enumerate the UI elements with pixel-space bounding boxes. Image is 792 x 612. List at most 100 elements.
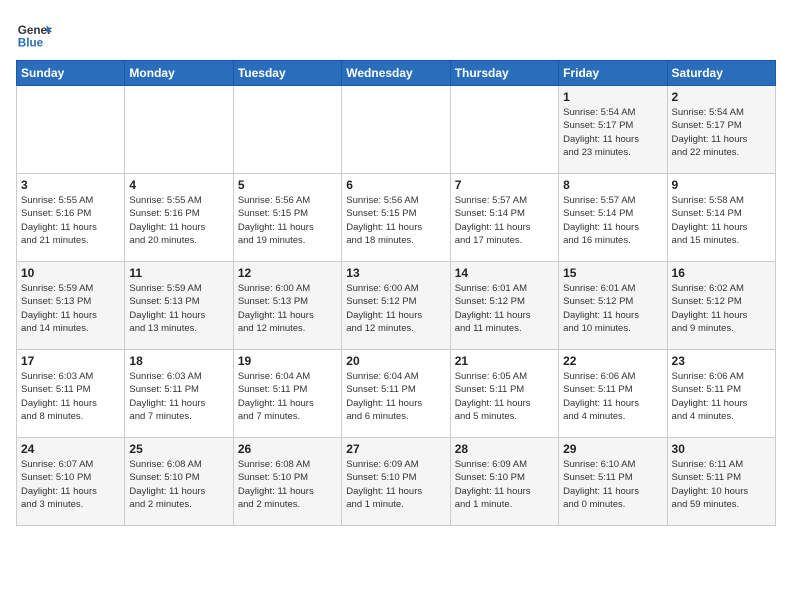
day-number: 19 <box>238 354 337 368</box>
calendar-cell <box>17 86 125 174</box>
calendar-cell: 11Sunrise: 5:59 AM Sunset: 5:13 PM Dayli… <box>125 262 233 350</box>
day-info: Sunrise: 6:04 AM Sunset: 5:11 PM Dayligh… <box>346 370 445 423</box>
weekday-header: Wednesday <box>342 61 450 86</box>
day-info: Sunrise: 5:59 AM Sunset: 5:13 PM Dayligh… <box>21 282 120 335</box>
day-number: 13 <box>346 266 445 280</box>
calendar-body: 1 Sunrise: 5:54 AM Sunset: 5:17 PM Daylig… <box>17 86 776 526</box>
weekday-header: Sunday <box>17 61 125 86</box>
weekday-header: Saturday <box>667 61 775 86</box>
day-info: Sunrise: 6:02 AM Sunset: 5:12 PM Dayligh… <box>672 282 771 335</box>
calendar-cell: 16 Sunrise: 6:02 AM Sunset: 5:12 PM Dayli… <box>667 262 775 350</box>
calendar-header: SundayMondayTuesdayWednesdayThursdayFrid… <box>17 61 776 86</box>
calendar-cell: 5 Sunrise: 5:56 AM Sunset: 5:15 PM Daylig… <box>233 174 341 262</box>
calendar-cell: 14 Sunrise: 6:01 AM Sunset: 5:12 PM Dayli… <box>450 262 558 350</box>
day-info: Sunrise: 5:56 AM Sunset: 5:15 PM Dayligh… <box>346 194 445 247</box>
calendar-cell: 27Sunrise: 6:09 AM Sunset: 5:10 PM Dayli… <box>342 438 450 526</box>
day-number: 6 <box>346 178 445 192</box>
calendar-week-row: 17 Sunrise: 6:03 AM Sunset: 5:11 PM Dayli… <box>17 350 776 438</box>
day-info: Sunrise: 5:55 AM Sunset: 5:16 PM Dayligh… <box>21 194 120 247</box>
day-info: Sunrise: 5:57 AM Sunset: 5:14 PM Dayligh… <box>455 194 554 247</box>
day-number: 14 <box>455 266 554 280</box>
day-info: Sunrise: 6:06 AM Sunset: 5:11 PM Dayligh… <box>563 370 662 423</box>
day-info: Sunrise: 6:09 AM Sunset: 5:10 PM Dayligh… <box>346 458 445 511</box>
calendar-cell: 10 Sunrise: 5:59 AM Sunset: 5:13 PM Dayli… <box>17 262 125 350</box>
calendar-week-row: 1 Sunrise: 5:54 AM Sunset: 5:17 PM Daylig… <box>17 86 776 174</box>
weekday-header: Tuesday <box>233 61 341 86</box>
day-number: 5 <box>238 178 337 192</box>
calendar-cell: 13 Sunrise: 6:00 AM Sunset: 5:12 PM Dayli… <box>342 262 450 350</box>
weekday-header: Monday <box>125 61 233 86</box>
day-number: 29 <box>563 442 662 456</box>
calendar-cell: 19 Sunrise: 6:04 AM Sunset: 5:11 PM Dayli… <box>233 350 341 438</box>
day-number: 3 <box>21 178 120 192</box>
day-number: 26 <box>238 442 337 456</box>
calendar-week-row: 24Sunrise: 6:07 AM Sunset: 5:10 PM Dayli… <box>17 438 776 526</box>
calendar-cell: 30 Sunrise: 6:11 AM Sunset: 5:11 PM Dayli… <box>667 438 775 526</box>
header-row: SundayMondayTuesdayWednesdayThursdayFrid… <box>17 61 776 86</box>
day-info: Sunrise: 6:00 AM Sunset: 5:12 PM Dayligh… <box>346 282 445 335</box>
day-info: Sunrise: 5:58 AM Sunset: 5:14 PM Dayligh… <box>672 194 771 247</box>
day-number: 17 <box>21 354 120 368</box>
day-info: Sunrise: 5:56 AM Sunset: 5:15 PM Dayligh… <box>238 194 337 247</box>
calendar-cell: 20Sunrise: 6:04 AM Sunset: 5:11 PM Dayli… <box>342 350 450 438</box>
calendar-cell: 8 Sunrise: 5:57 AM Sunset: 5:14 PM Daylig… <box>559 174 667 262</box>
day-number: 10 <box>21 266 120 280</box>
calendar-cell: 23 Sunrise: 6:06 AM Sunset: 5:11 PM Dayli… <box>667 350 775 438</box>
calendar-cell: 26 Sunrise: 6:08 AM Sunset: 5:10 PM Dayli… <box>233 438 341 526</box>
calendar-table: SundayMondayTuesdayWednesdayThursdayFrid… <box>16 60 776 526</box>
day-number: 16 <box>672 266 771 280</box>
calendar-cell: 17 Sunrise: 6:03 AM Sunset: 5:11 PM Dayli… <box>17 350 125 438</box>
calendar-cell: 2 Sunrise: 5:54 AM Sunset: 5:17 PM Daylig… <box>667 86 775 174</box>
day-number: 25 <box>129 442 228 456</box>
calendar-cell: 24Sunrise: 6:07 AM Sunset: 5:10 PM Dayli… <box>17 438 125 526</box>
day-info: Sunrise: 6:10 AM Sunset: 5:11 PM Dayligh… <box>563 458 662 511</box>
weekday-header: Friday <box>559 61 667 86</box>
day-number: 30 <box>672 442 771 456</box>
calendar-cell: 18Sunrise: 6:03 AM Sunset: 5:11 PM Dayli… <box>125 350 233 438</box>
day-info: Sunrise: 6:03 AM Sunset: 5:11 PM Dayligh… <box>21 370 120 423</box>
day-info: Sunrise: 5:57 AM Sunset: 5:14 PM Dayligh… <box>563 194 662 247</box>
day-number: 21 <box>455 354 554 368</box>
day-number: 4 <box>129 178 228 192</box>
calendar-cell <box>342 86 450 174</box>
svg-text:Blue: Blue <box>18 37 44 50</box>
day-number: 8 <box>563 178 662 192</box>
calendar-cell <box>450 86 558 174</box>
day-number: 9 <box>672 178 771 192</box>
day-info: Sunrise: 6:06 AM Sunset: 5:11 PM Dayligh… <box>672 370 771 423</box>
day-number: 7 <box>455 178 554 192</box>
day-info: Sunrise: 6:04 AM Sunset: 5:11 PM Dayligh… <box>238 370 337 423</box>
day-info: Sunrise: 6:07 AM Sunset: 5:10 PM Dayligh… <box>21 458 120 511</box>
page-header: General Blue <box>16 16 776 52</box>
day-number: 2 <box>672 90 771 104</box>
calendar-cell: 6 Sunrise: 5:56 AM Sunset: 5:15 PM Daylig… <box>342 174 450 262</box>
day-info: Sunrise: 5:54 AM Sunset: 5:17 PM Dayligh… <box>563 106 662 159</box>
calendar-cell: 28Sunrise: 6:09 AM Sunset: 5:10 PM Dayli… <box>450 438 558 526</box>
calendar-cell <box>125 86 233 174</box>
weekday-header: Thursday <box>450 61 558 86</box>
logo: General Blue <box>16 16 52 52</box>
calendar-cell: 7 Sunrise: 5:57 AM Sunset: 5:14 PM Daylig… <box>450 174 558 262</box>
day-info: Sunrise: 5:59 AM Sunset: 5:13 PM Dayligh… <box>129 282 228 335</box>
day-number: 1 <box>563 90 662 104</box>
calendar-cell: 22 Sunrise: 6:06 AM Sunset: 5:11 PM Dayli… <box>559 350 667 438</box>
day-info: Sunrise: 6:05 AM Sunset: 5:11 PM Dayligh… <box>455 370 554 423</box>
day-info: Sunrise: 6:01 AM Sunset: 5:12 PM Dayligh… <box>455 282 554 335</box>
day-info: Sunrise: 5:55 AM Sunset: 5:16 PM Dayligh… <box>129 194 228 247</box>
day-number: 15 <box>563 266 662 280</box>
calendar-week-row: 10 Sunrise: 5:59 AM Sunset: 5:13 PM Dayli… <box>17 262 776 350</box>
calendar-cell: 21 Sunrise: 6:05 AM Sunset: 5:11 PM Dayli… <box>450 350 558 438</box>
calendar-cell: 25 Sunrise: 6:08 AM Sunset: 5:10 PM Dayli… <box>125 438 233 526</box>
day-info: Sunrise: 6:08 AM Sunset: 5:10 PM Dayligh… <box>238 458 337 511</box>
day-info: Sunrise: 6:08 AM Sunset: 5:10 PM Dayligh… <box>129 458 228 511</box>
calendar-week-row: 3 Sunrise: 5:55 AM Sunset: 5:16 PM Daylig… <box>17 174 776 262</box>
day-number: 23 <box>672 354 771 368</box>
day-number: 18 <box>129 354 228 368</box>
calendar-cell: 29 Sunrise: 6:10 AM Sunset: 5:11 PM Dayli… <box>559 438 667 526</box>
day-info: Sunrise: 5:54 AM Sunset: 5:17 PM Dayligh… <box>672 106 771 159</box>
day-number: 22 <box>563 354 662 368</box>
calendar-cell: 3 Sunrise: 5:55 AM Sunset: 5:16 PM Daylig… <box>17 174 125 262</box>
day-number: 28 <box>455 442 554 456</box>
calendar-cell: 9 Sunrise: 5:58 AM Sunset: 5:14 PM Daylig… <box>667 174 775 262</box>
day-info: Sunrise: 6:11 AM Sunset: 5:11 PM Dayligh… <box>672 458 771 511</box>
